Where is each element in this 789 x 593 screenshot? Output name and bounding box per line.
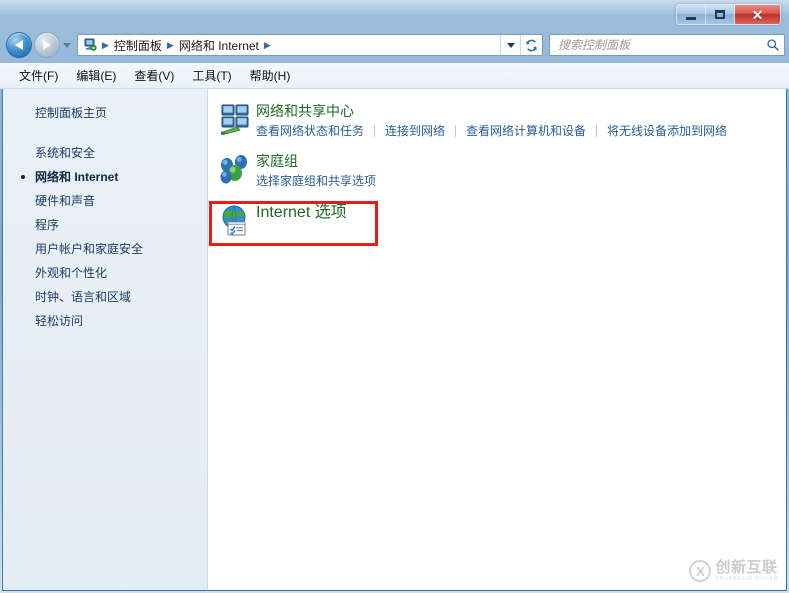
maximize-icon (715, 10, 725, 19)
menu-item-edit[interactable]: 编辑(E) (67, 64, 125, 87)
window-controls: ✕ (676, 4, 781, 25)
sidebar: 控制面板主页 系统和安全 网络和 Internet 硬件和声音 程序 用户帐户和… (3, 89, 208, 590)
category-network-and-sharing-center: 网络和共享中心 查看网络状态和任务 连接到网络 查看网络计算机和设备 将无线设备… (208, 101, 786, 143)
maximize-button[interactable] (706, 5, 735, 24)
breadcrumb-separator-1[interactable]: ▶ (165, 40, 176, 51)
watermark-subtitle: CHUANGXIN HULIAN (715, 576, 778, 582)
link-choose-homegroup-options[interactable]: 选择家庭组和共享选项 (256, 172, 376, 189)
category-body: 家庭组 选择家庭组和共享选项 (256, 151, 786, 189)
watermark-logo-icon: X (689, 560, 712, 582)
homegroup-icon[interactable] (208, 151, 256, 189)
internet-options-icon[interactable] (208, 201, 256, 239)
sidebar-item-label: 网络和 Internet (35, 170, 119, 184)
link-view-network-status[interactable]: 查看网络状态和任务 (256, 122, 364, 139)
category-body: Internet 选项 (256, 201, 786, 239)
close-button[interactable]: ✕ (735, 5, 780, 24)
main-pane: 网络和共享中心 查看网络状态和任务 连接到网络 查看网络计算机和设备 将无线设备… (208, 89, 786, 590)
link-separator (455, 124, 457, 137)
sidebar-item-system-and-security[interactable]: 系统和安全 (3, 141, 207, 165)
title-bar: ✕ (0, 0, 789, 28)
watermark-texts: 创新互联 CHUANGXIN HULIAN (715, 560, 778, 582)
menu-bar: 文件(F) 编辑(E) 查看(V) 工具(T) 帮助(H) (0, 63, 789, 89)
category-homegroup: 家庭组 选择家庭组和共享选项 (208, 151, 786, 193)
back-button[interactable] (6, 32, 32, 58)
address-bar[interactable]: ▶ 控制面板 ▶ 网络和 Internet ▶ (77, 34, 543, 56)
sidebar-item-ease-of-access[interactable]: 轻松访问 (3, 309, 207, 333)
link-separator (374, 124, 376, 137)
link-add-wireless-device[interactable]: 将无线设备添加到网络 (607, 122, 727, 139)
arrow-left-icon (15, 40, 23, 50)
category-title-link[interactable]: 网络和共享中心 (256, 101, 354, 121)
sidebar-item-control-panel-home[interactable]: 控制面板主页 (3, 101, 207, 125)
navigation-bar: ▶ 控制面板 ▶ 网络和 Internet ▶ (0, 28, 789, 62)
menu-item-view[interactable]: 查看(V) (125, 64, 183, 87)
breadcrumb-separator-0: ▶ (102, 39, 109, 50)
chevron-down-icon (506, 42, 515, 48)
link-separator (596, 124, 598, 137)
control-panel-window: ✕ ▶ 控制面板 ▶ 网络和 Internet ▶ 搜索控制面板 文件(F) 编… (0, 0, 789, 593)
watermark: X 创新互联 CHUANGXIN HULIAN (689, 560, 778, 582)
network-sharing-center-icon[interactable] (208, 101, 256, 139)
titlebar-glass-sheen (0, 0, 789, 14)
breadcrumb-separator-2[interactable]: ▶ (262, 40, 273, 51)
category-title-link[interactable]: 家庭组 (256, 151, 298, 171)
sidebar-item-hardware-and-sound[interactable]: 硬件和声音 (3, 189, 207, 213)
menu-item-help[interactable]: 帮助(H) (241, 64, 300, 87)
search-icon[interactable] (766, 38, 780, 52)
category-body: 网络和共享中心 查看网络状态和任务 连接到网络 查看网络计算机和设备 将无线设备… (256, 101, 786, 139)
refresh-icon (526, 39, 537, 51)
category-links: 查看网络状态和任务 连接到网络 查看网络计算机和设备 将无线设备添加到网络 (256, 122, 786, 139)
link-view-network-computers[interactable]: 查看网络计算机和设备 (466, 122, 586, 139)
search-input[interactable] (558, 38, 766, 52)
close-icon: ✕ (751, 6, 764, 23)
recent-locations-button[interactable] (60, 42, 74, 48)
sidebar-item-network-and-internet[interactable]: 网络和 Internet (3, 165, 207, 189)
sidebar-item-clock-language-region[interactable]: 时钟、语言和区域 (3, 285, 207, 309)
link-connect-to-network[interactable]: 连接到网络 (385, 122, 445, 139)
menu-item-tools[interactable]: 工具(T) (183, 64, 240, 87)
minimize-button[interactable] (677, 5, 706, 24)
forward-button[interactable] (34, 32, 60, 58)
refresh-button[interactable] (520, 35, 542, 55)
watermark-title: 创新互联 (715, 559, 778, 576)
sidebar-item-appearance[interactable]: 外观和个性化 (3, 261, 207, 285)
address-dropdown-button[interactable] (500, 35, 520, 55)
menu-item-file[interactable]: 文件(F) (10, 64, 67, 87)
category-internet-options: Internet 选项 (208, 201, 786, 243)
arrow-right-icon (43, 40, 51, 50)
breadcrumb-item-0[interactable]: 控制面板 (111, 37, 165, 54)
selected-bullet-icon (21, 175, 25, 179)
category-title-link[interactable]: Internet 选项 (256, 201, 347, 225)
minimize-icon (686, 16, 696, 20)
search-box[interactable] (549, 34, 785, 56)
sidebar-item-user-accounts[interactable]: 用户帐户和家庭安全 (3, 237, 207, 261)
breadcrumb-item-1[interactable]: 网络和 Internet (176, 37, 262, 54)
control-panel-icon (82, 37, 98, 53)
category-links: 选择家庭组和共享选项 (256, 172, 786, 189)
chevron-down-icon (63, 42, 71, 48)
content-area: 控制面板主页 系统和安全 网络和 Internet 硬件和声音 程序 用户帐户和… (2, 89, 787, 591)
sidebar-item-programs[interactable]: 程序 (3, 213, 207, 237)
